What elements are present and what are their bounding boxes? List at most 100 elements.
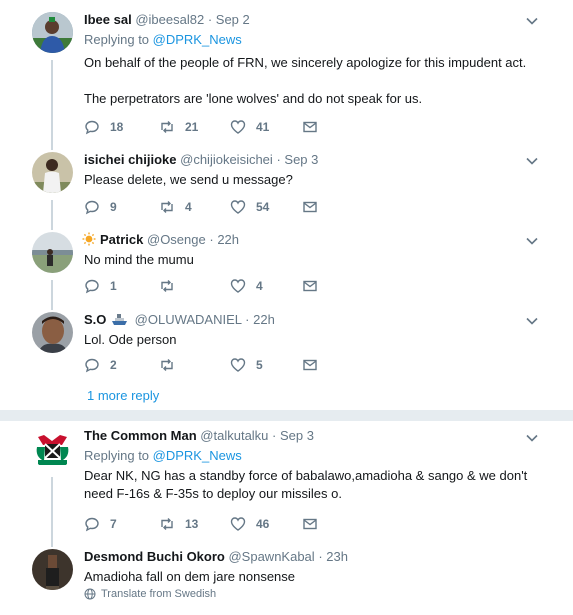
- ship-emoji-icon: [112, 314, 128, 325]
- retweet-button[interactable]: [159, 357, 175, 373]
- retweet-icon: [161, 121, 173, 133]
- avatar[interactable]: [32, 549, 73, 590]
- timestamp[interactable]: 23h: [326, 549, 348, 564]
- conversation-separator: [0, 410, 573, 421]
- direct-message-button[interactable]: [302, 199, 318, 215]
- reply-count: 18: [110, 120, 124, 134]
- replying-to-link[interactable]: @DPRK_News: [153, 448, 242, 463]
- tweet-header: The Common Man @talkutalku · Sep 3: [84, 427, 533, 445]
- retweet-count: 13: [185, 517, 199, 531]
- like-count: 4: [256, 279, 263, 293]
- tweet[interactable]: Ibee sal @ibeesal82 · Sep 2 Replying to …: [0, 0, 573, 140]
- reply-button[interactable]: 18: [84, 119, 123, 135]
- retweet-icon: [161, 518, 173, 530]
- like-button[interactable]: 54: [230, 199, 269, 215]
- retweet-button[interactable]: 4: [159, 199, 192, 215]
- reply-button[interactable]: 9: [84, 199, 117, 215]
- reply-icon: [85, 358, 99, 373]
- like-button[interactable]: 41: [230, 119, 269, 135]
- thread-line: [51, 200, 53, 220]
- user-handle[interactable]: @chijiokeisichei: [180, 152, 273, 167]
- chevron-down-icon[interactable]: [525, 314, 539, 328]
- user-name[interactable]: Ibee sal: [84, 12, 132, 27]
- heart-icon: [230, 358, 246, 372]
- direct-message-button[interactable]: [302, 516, 318, 532]
- tweet-header: Ibee sal @ibeesal82 · Sep 2: [84, 11, 533, 29]
- tweet[interactable]: Desmond Buchi Okoro @SpawnKabal · 23h Am…: [0, 541, 573, 615]
- reply-button[interactable]: 2: [84, 357, 117, 373]
- user-name[interactable]: S.O: [84, 312, 106, 327]
- chevron-down-icon[interactable]: [525, 234, 539, 248]
- avatar[interactable]: [32, 312, 73, 353]
- envelope-icon: [303, 280, 317, 292]
- like-count: 54: [256, 200, 270, 214]
- user-name[interactable]: The Common Man: [84, 428, 197, 443]
- tweet-body: Patrick @Osenge · 22h No mind the mumu: [82, 231, 533, 269]
- timestamp[interactable]: Sep 3: [280, 428, 314, 443]
- tweet-text: Lol. Ode person: [84, 332, 177, 347]
- thread-line: [51, 60, 53, 140]
- retweet-button[interactable]: 21: [159, 119, 198, 135]
- timestamp[interactable]: 22h: [217, 232, 239, 247]
- user-name[interactable]: Patrick: [100, 232, 143, 247]
- reply-count: 2: [110, 358, 117, 372]
- chevron-down-icon[interactable]: [525, 431, 539, 445]
- tweet-text: Please delete, we send u message?: [84, 172, 293, 187]
- user-name[interactable]: isichei chijioke: [84, 152, 177, 167]
- tweet[interactable]: isichei chijioke @chijiokeisichei · Sep …: [0, 140, 573, 220]
- thread-line: [51, 541, 53, 547]
- envelope-icon: [303, 201, 317, 213]
- chevron-down-icon[interactable]: [525, 154, 539, 168]
- reply-count: 7: [110, 517, 117, 531]
- timestamp[interactable]: Sep 3: [284, 152, 318, 167]
- tweet[interactable]: The Common Man @talkutalku · Sep 3 Reply…: [0, 421, 573, 541]
- retweet-button[interactable]: 13: [159, 516, 198, 532]
- reply-button[interactable]: 7: [84, 516, 117, 532]
- globe-icon: [84, 588, 96, 600]
- envelope-icon: [303, 518, 317, 530]
- tweet[interactable]: Patrick @Osenge · 22h No mind the mumu 1…: [0, 220, 573, 300]
- tweet[interactable]: S.O @OLUWADANIEL · 22h Lol. Ode person 2…: [0, 300, 573, 406]
- avatar[interactable]: [32, 12, 73, 53]
- like-button[interactable]: 5: [230, 357, 263, 373]
- separator-dot: ·: [272, 428, 277, 443]
- user-handle[interactable]: @talkutalku: [200, 428, 268, 443]
- translate-link[interactable]: Translate from Swedish: [84, 588, 216, 600]
- avatar[interactable]: [32, 152, 73, 193]
- retweet-icon: [161, 201, 173, 213]
- timestamp[interactable]: Sep 2: [216, 12, 250, 27]
- reply-icon: [85, 200, 99, 215]
- thread-line: [51, 220, 53, 230]
- tweet-header: S.O @OLUWADANIEL · 22h: [84, 311, 533, 329]
- heart-icon: [230, 517, 246, 531]
- user-handle[interactable]: @SpawnKabal: [228, 549, 314, 564]
- direct-message-button[interactable]: [302, 357, 318, 373]
- timestamp[interactable]: 22h: [253, 312, 275, 327]
- reply-icon: [85, 517, 99, 532]
- reply-button[interactable]: 1: [84, 278, 117, 294]
- reply-icon: [85, 120, 99, 135]
- avatar[interactable]: [32, 429, 73, 470]
- replying-to-link[interactable]: @DPRK_News: [153, 32, 242, 47]
- user-handle[interactable]: @OLUWADANIEL: [135, 312, 242, 327]
- heart-icon: [230, 120, 246, 134]
- direct-message-button[interactable]: [302, 119, 318, 135]
- like-button[interactable]: 46: [230, 516, 269, 532]
- avatar[interactable]: [32, 232, 73, 273]
- retweet-icon: [161, 359, 173, 371]
- user-handle[interactable]: @Osenge: [147, 232, 206, 247]
- heart-icon: [230, 200, 246, 214]
- reply-icon: [85, 279, 99, 294]
- tweet-text: No mind the mumu: [84, 252, 194, 267]
- user-name[interactable]: Desmond Buchi Okoro: [84, 549, 225, 564]
- tweet-body: isichei chijioke @chijiokeisichei · Sep …: [84, 151, 533, 189]
- like-button[interactable]: 4: [230, 278, 263, 294]
- retweet-button[interactable]: [159, 278, 175, 294]
- chevron-down-icon[interactable]: [525, 14, 539, 28]
- tweet-text: Dear NK, NG has a standby force of babal…: [84, 468, 528, 501]
- thread-line: [51, 300, 53, 310]
- direct-message-button[interactable]: [302, 278, 318, 294]
- like-count: 41: [256, 120, 270, 134]
- show-more-replies-link[interactable]: 1 more reply: [87, 388, 159, 403]
- user-handle[interactable]: @ibeesal82: [135, 12, 204, 27]
